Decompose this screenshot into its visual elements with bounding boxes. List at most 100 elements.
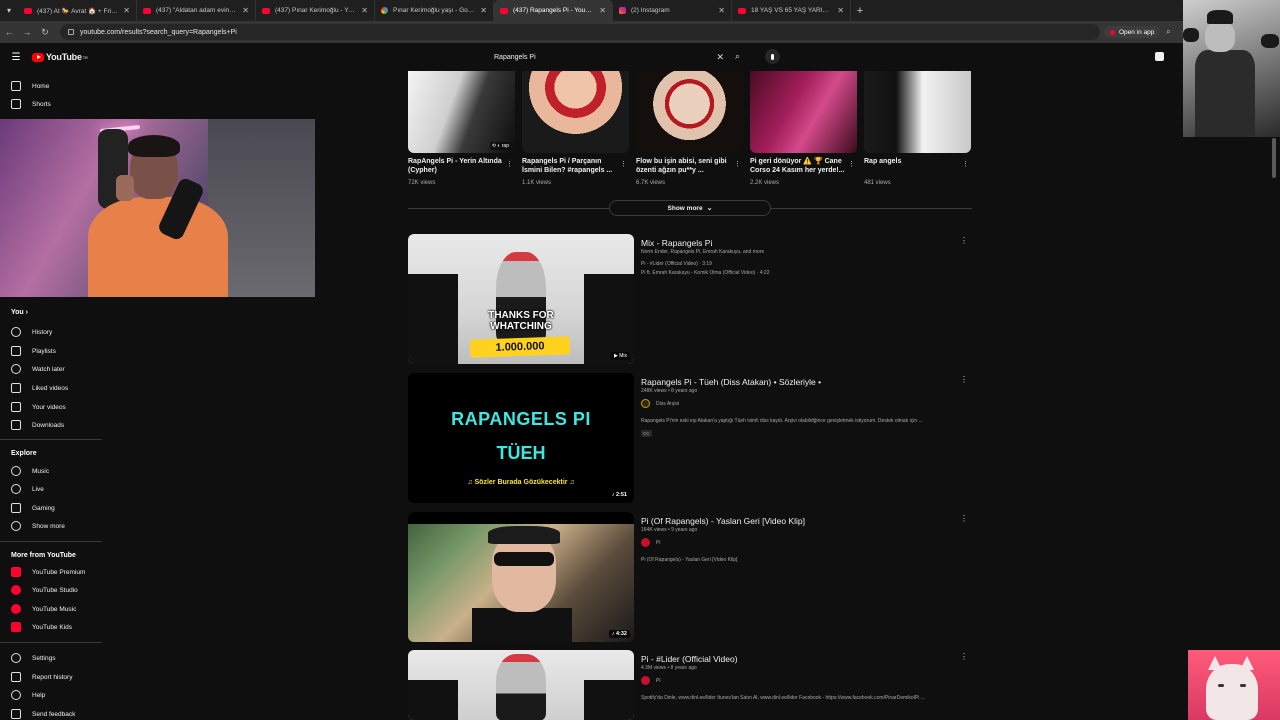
sidebar-item-downloads[interactable]: Downloads — [0, 416, 104, 434]
sidebar-item-send-feedback[interactable]: Send feedback — [0, 705, 104, 720]
reload-icon[interactable]: ↻ — [36, 27, 54, 38]
more-options-icon[interactable]: ⋮ — [960, 375, 968, 384]
clear-search-icon[interactable]: ✕ — [716, 52, 724, 63]
mix-track[interactable]: Pi ft. Emrah Karakuyu - Komik Olma (Offi… — [641, 270, 769, 276]
search-input[interactable]: Rapangels Pi ✕ — [488, 49, 728, 66]
video-thumbnail[interactable]: ♪ 4:32 — [408, 512, 634, 642]
sidebar-item-gaming[interactable]: Gaming — [0, 499, 104, 517]
short-card[interactable]: Rap angels ⋮ 481 views — [864, 71, 971, 186]
channel-avatar[interactable] — [641, 538, 650, 547]
youtube-logo[interactable]: YouTube TR — [32, 52, 88, 62]
sidebar-item-youtube-kids[interactable]: YouTube Kids — [0, 618, 104, 636]
open-in-app-button[interactable]: Open in app — [1104, 26, 1161, 38]
sidebar-item-your-videos[interactable]: Your videos — [0, 398, 104, 416]
sidebar-item-youtube-premium[interactable]: YouTube Premium — [0, 563, 104, 581]
close-tab-icon[interactable]: ✕ — [242, 6, 249, 15]
sidebar-item-help[interactable]: Help — [0, 686, 104, 704]
short-card[interactable]: Flow bu işin abisi, seni gibi özenti ağz… — [636, 71, 743, 186]
short-thumbnail[interactable] — [750, 71, 857, 153]
chevron-down-icon: ⌄ — [706, 205, 713, 212]
sidebar-item-history[interactable]: History — [0, 323, 104, 341]
channel-link[interactable]: Pi — [641, 676, 660, 685]
sidebar-item-music[interactable]: Music — [0, 462, 104, 480]
sidebar-item-youtube-studio[interactable]: YouTube Studio — [0, 581, 104, 599]
sidebar-item-live[interactable]: Live — [0, 480, 104, 498]
video-title[interactable]: Mix - Rapangels Pi — [641, 238, 712, 248]
voice-search-button[interactable] — [765, 49, 780, 64]
sidebar-item-youtube-music[interactable]: YouTube Music — [0, 600, 104, 618]
video-title[interactable]: Pi - #Lider (Official Video) — [641, 654, 738, 664]
channel-avatar[interactable] — [641, 399, 650, 408]
google-favicon-icon — [381, 7, 388, 14]
video-thumbnail[interactable] — [408, 650, 634, 720]
video-title[interactable]: Pi (Of Rapangels) - Yaslan Geri [Video K… — [641, 516, 805, 526]
browser-tab[interactable]: Pınar Kerimoğlu yaşı - Google'd ✕ — [375, 0, 494, 21]
more-options-icon[interactable]: ⋮ — [734, 160, 741, 168]
close-tab-icon[interactable]: ✕ — [599, 6, 606, 15]
duration-text: 4:32 — [615, 631, 627, 637]
new-tab-icon[interactable]: + — [851, 5, 869, 17]
channel-name[interactable]: Diss Arşivi — [656, 401, 679, 407]
browser-tab[interactable]: (437) Pınar Kerimoğlu - YouTub ✕ — [256, 0, 375, 21]
close-tab-icon[interactable]: ✕ — [718, 6, 725, 15]
sidebar-item-show-more[interactable]: Show more — [0, 517, 104, 535]
browser-tab[interactable]: 18 YAŞ VS 65 YAŞ YARIŞIYOR! i✕ — [732, 0, 851, 21]
more-options-icon[interactable]: ⋮ — [506, 160, 513, 168]
forward-icon[interactable]: → — [18, 27, 36, 37]
short-title[interactable]: RapAngels Pi - Yerin Altında (Cypher) — [408, 157, 504, 175]
photo-figure — [1261, 34, 1279, 48]
short-title[interactable]: Rap angels — [864, 157, 960, 166]
sidebar-item-home[interactable]: Home — [0, 77, 104, 95]
video-thumbnail[interactable]: RAPANGELS PI TÜEH ♫ Sözler Burada Gözüke… — [408, 373, 634, 503]
short-thumbnail[interactable] — [864, 71, 971, 153]
create-icon[interactable] — [1155, 52, 1164, 61]
close-tab-icon[interactable]: ✕ — [123, 6, 130, 15]
channel-name[interactable]: Pi — [656, 678, 660, 684]
site-info-icon[interactable] — [68, 29, 74, 35]
short-thumbnail[interactable] — [636, 71, 743, 153]
channel-name[interactable]: Pi — [656, 540, 660, 546]
browser-tab[interactable]: (437) "Aldatan adam evine dah ✕ — [137, 0, 256, 21]
channel-avatar[interactable] — [641, 676, 650, 685]
menu-icon[interactable]: ☰ — [0, 52, 32, 63]
close-tab-icon[interactable]: ✕ — [837, 6, 844, 15]
back-icon[interactable]: ← — [0, 27, 18, 37]
sidebar-item-settings[interactable]: Settings — [0, 649, 104, 667]
more-options-icon[interactable]: ⋮ — [960, 514, 968, 523]
more-options-icon[interactable]: ⋮ — [962, 160, 969, 168]
sidebar-item-liked-videos[interactable]: Liked videos — [0, 379, 104, 397]
sidebar-item-playlists[interactable]: Playlists — [0, 342, 104, 360]
short-card[interactable]: ⟲ ◐ rap RapAngels Pi - Yerin Altında (Cy… — [408, 71, 515, 186]
short-thumbnail[interactable] — [522, 71, 629, 153]
sidebar-item-watch-later[interactable]: Watch later — [0, 360, 104, 378]
show-more-button[interactable]: Show more ⌄ — [609, 200, 771, 216]
more-options-icon[interactable]: ⋮ — [848, 160, 855, 168]
sidebar-item-shorts[interactable]: Shorts — [0, 95, 104, 113]
channel-link[interactable]: Diss Arşivi — [641, 399, 679, 408]
more-options-icon[interactable]: ⋮ — [960, 236, 968, 245]
short-thumbnail[interactable]: ⟲ ◐ rap — [408, 71, 515, 153]
close-tab-icon[interactable]: ✕ — [361, 6, 368, 15]
short-card[interactable]: Rapangels Pi / Parçanın İsmini Bilen? #r… — [522, 71, 629, 186]
short-title[interactable]: Rapangels Pi / Parçanın İsmini Bilen? #r… — [522, 157, 618, 175]
search-icon[interactable]: ⌕ — [735, 51, 740, 62]
browser-tab[interactable]: (2) Instagram ✕ — [613, 0, 732, 21]
mix-track[interactable]: Pi - #Lider (Official Video) · 3:19 — [641, 261, 712, 267]
short-title[interactable]: Pi geri dönüyor ⚠️ 🏆 Cane Corso 24 Kasım… — [750, 157, 846, 175]
browser-tab[interactable]: (437) At 🐎 Avrat 🏠 + Friend 🧔 ✕ — [18, 0, 137, 21]
video-thumbnail[interactable]: THANKS FOR WHATCHING 1.000.000 ▶ Mix — [408, 234, 634, 364]
video-title[interactable]: Rapangels Pi - Tüeh (Diss Atakan) • Sözl… — [641, 377, 821, 387]
channel-link[interactable]: Pi — [641, 538, 660, 547]
browser-tab-active[interactable]: (437) Rapangels Pi - YouTube ✕ — [494, 0, 613, 21]
page-scrollbar[interactable] — [1272, 138, 1276, 178]
more-options-icon[interactable]: ⋮ — [960, 652, 968, 661]
short-title[interactable]: Flow bu işin abisi, seni gibi özenti ağz… — [636, 157, 732, 175]
short-card[interactable]: Pi geri dönüyor ⚠️ 🏆 Cane Corso 24 Kasım… — [750, 71, 857, 186]
more-options-icon[interactable]: ⋮ — [620, 160, 627, 168]
sidebar-item-report-history[interactable]: Report history — [0, 668, 104, 686]
tab-search-icon[interactable]: ▾ — [0, 0, 18, 21]
sidebar-heading-you[interactable]: You › — [11, 309, 28, 316]
close-tab-icon[interactable]: ✕ — [480, 6, 487, 15]
zoom-search-icon[interactable]: ⌕ — [1160, 27, 1176, 37]
address-bar[interactable]: youtube.com/results?search_query=Rapange… — [60, 24, 1100, 40]
